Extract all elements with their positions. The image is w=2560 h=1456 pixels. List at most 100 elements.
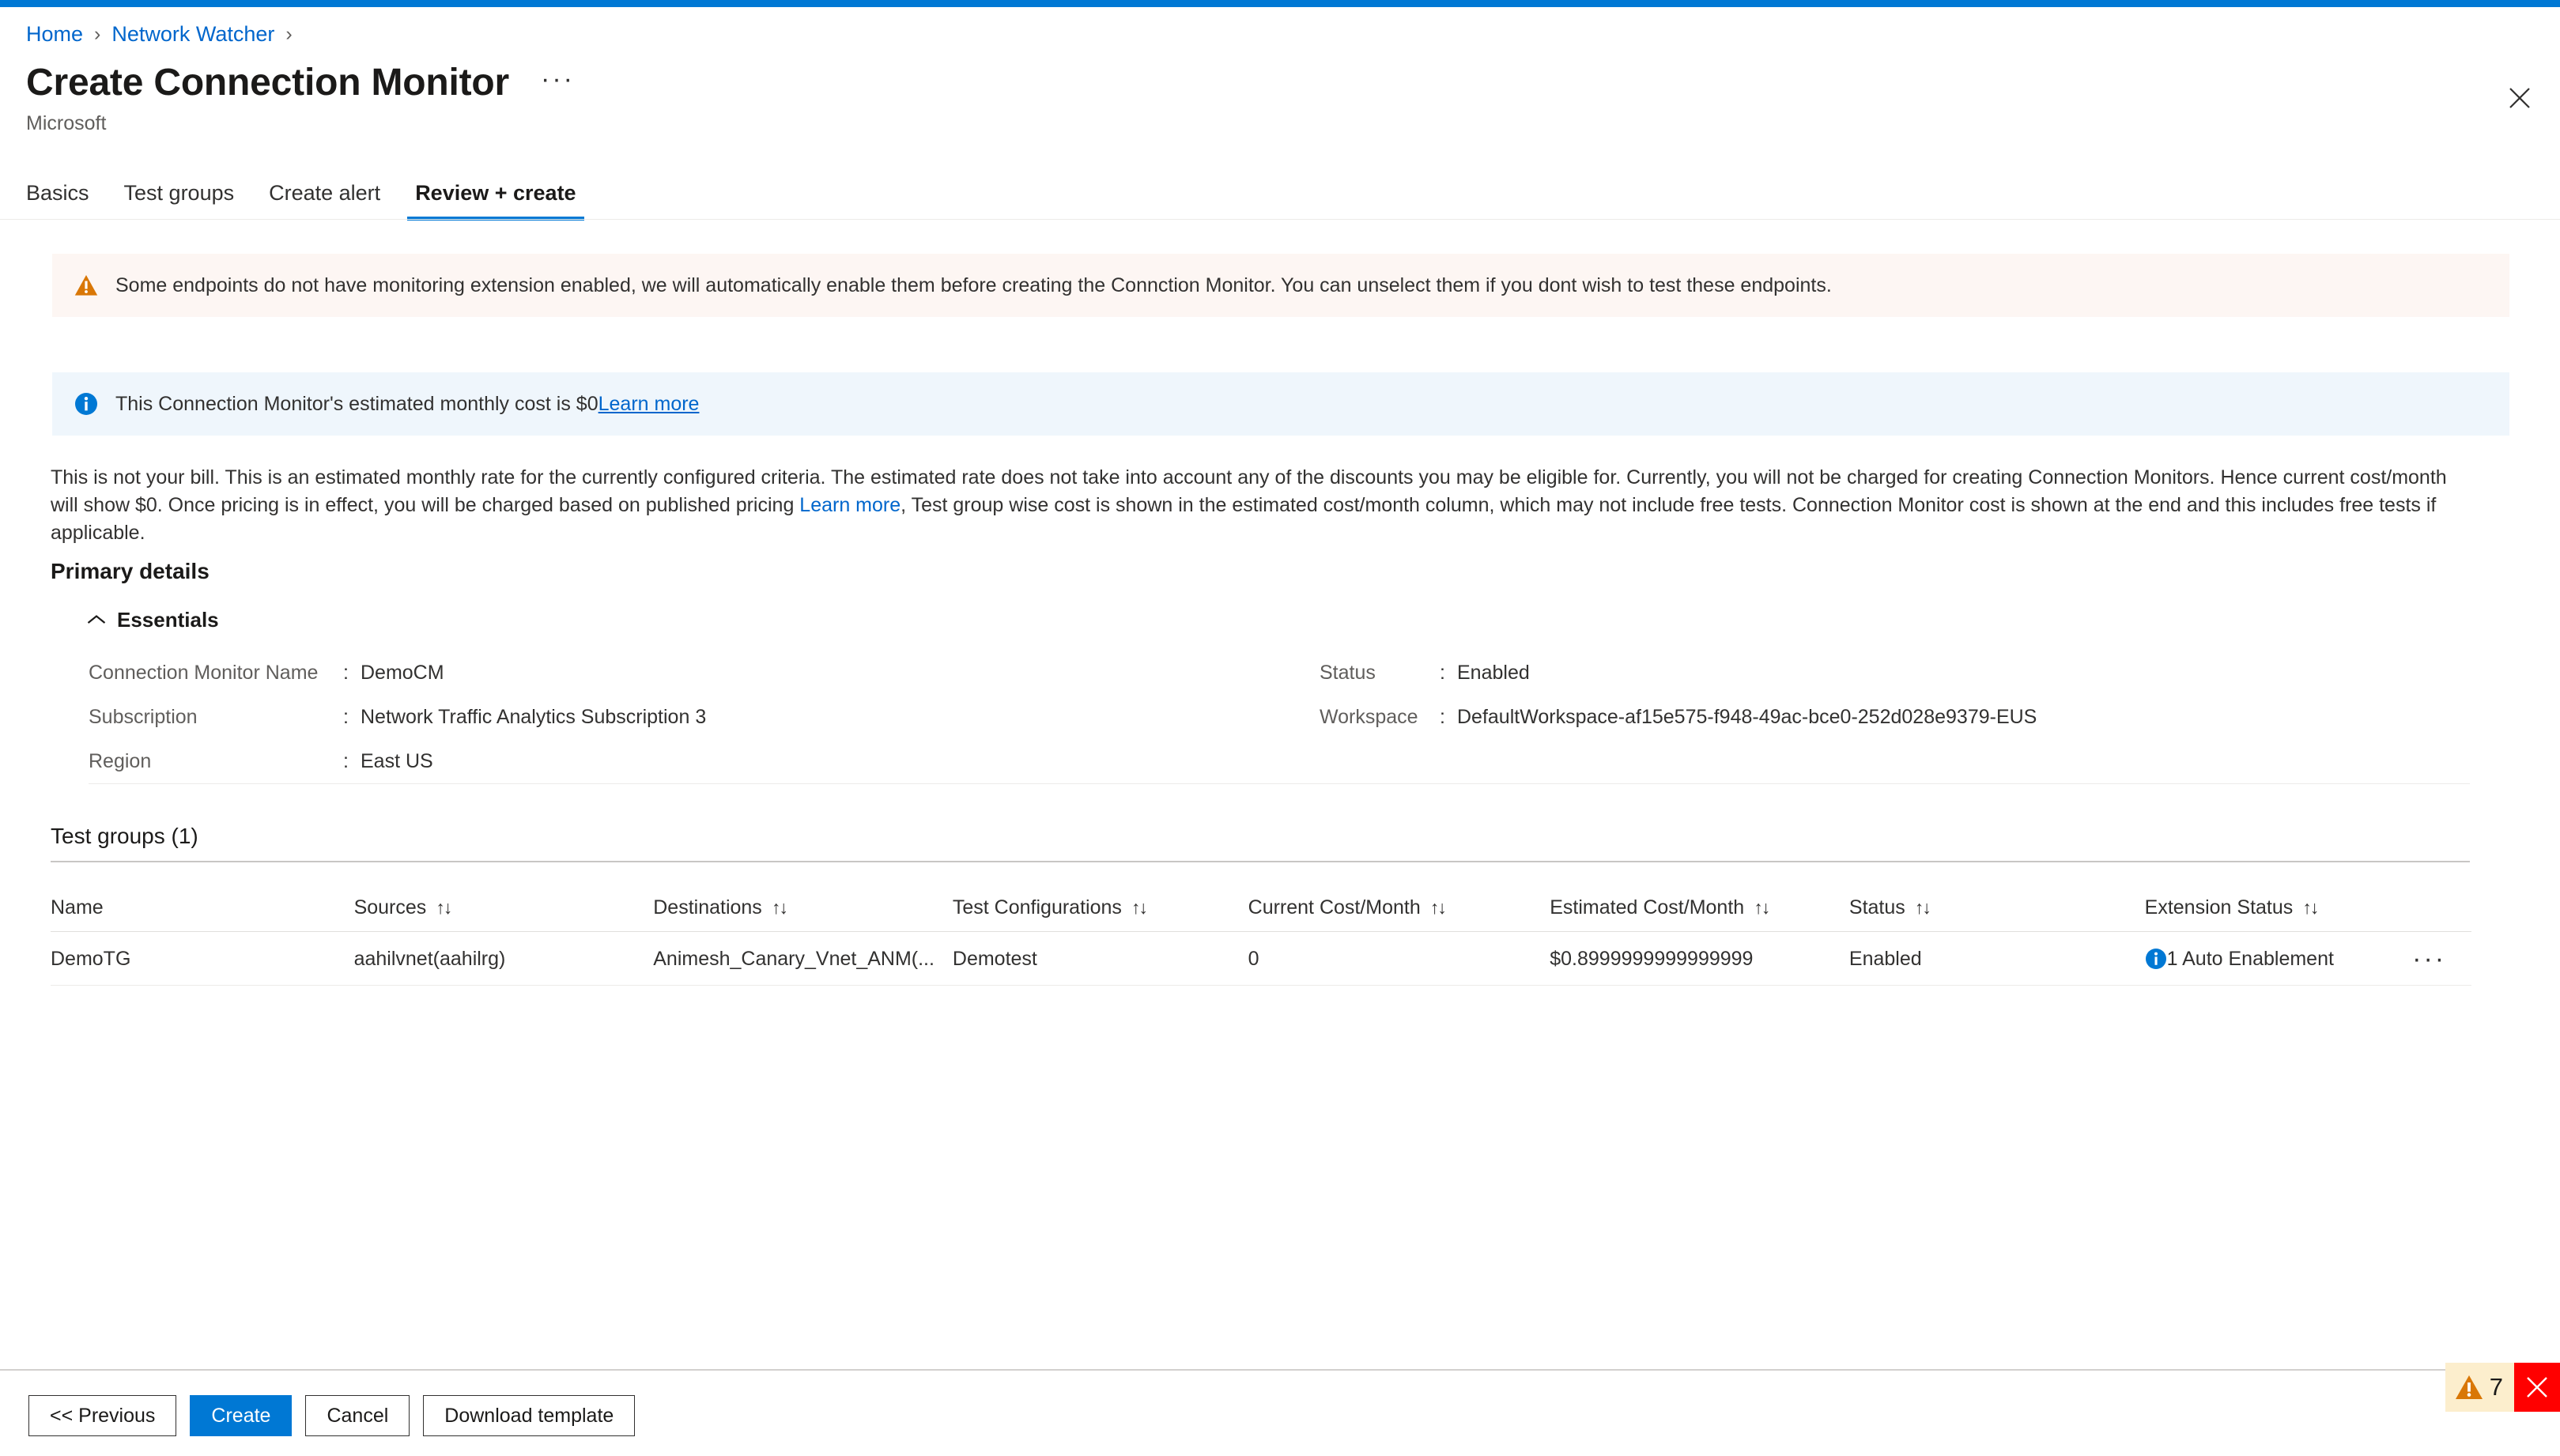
title-row: Create Connection Monitor ··· [26, 61, 583, 105]
essentials-value: East US [361, 750, 433, 772]
test-groups-heading: Test groups (1) [51, 824, 198, 848]
column-header-test-configurations[interactable]: Test Configurations ↑↓ [953, 896, 1248, 919]
sort-icon: ↑↓ [1429, 896, 1447, 918]
column-header-label: Test Configurations [952, 896, 1122, 918]
page-title: Create Connection Monitor [26, 62, 510, 104]
essentials-pair-region: Region : East US [89, 749, 1320, 773]
essentials-key: Status [1320, 662, 1376, 684]
status-badge-cluster: 7 [2445, 1363, 2560, 1412]
status-badge-close-button[interactable] [2514, 1363, 2560, 1412]
disclaimer-learn-more-link[interactable]: Learn more [799, 494, 901, 516]
status-badge[interactable]: 7 [2445, 1363, 2514, 1412]
breadcrumb-separator-icon: › [285, 23, 293, 45]
column-header-sources[interactable]: Sources ↑↓ [354, 896, 654, 919]
cell-actions: ··· [2401, 952, 2471, 966]
tab-review-create[interactable]: Review + create [398, 180, 593, 221]
breadcrumb: Home › Network Watcher › [26, 21, 304, 47]
tab-create-alert[interactable]: Create alert [251, 180, 398, 221]
essentials-value: Enabled [1457, 662, 1530, 684]
essentials-row: Connection Monitor Name : DemoCM Status … [89, 651, 2470, 695]
test-groups-rule [51, 861, 2470, 862]
essentials-value: DemoCM [361, 662, 444, 684]
top-accent-bar [0, 0, 2560, 7]
column-header-label: Destinations [653, 896, 762, 918]
breadcrumb-separator-icon: › [94, 23, 101, 45]
blade-create-connection-monitor: Home › Network Watcher › Create Connecti… [0, 7, 2560, 1456]
info-circle-icon [75, 393, 97, 415]
essentials-colon: : [343, 749, 349, 772]
cell-extension-status: 1 Auto Enablement [2145, 947, 2402, 971]
essentials-colon: : [343, 661, 349, 684]
column-header-estimated-cost-month[interactable]: Estimated Cost/Month ↑↓ [1550, 896, 1849, 919]
column-header-name[interactable]: Name [51, 896, 354, 919]
cancel-button[interactable]: Cancel [305, 1395, 410, 1436]
sort-icon: ↑↓ [2302, 896, 2319, 918]
page-subtitle: Microsoft [26, 112, 107, 134]
essentials-row: Subscription : Network Traffic Analytics… [89, 695, 2470, 739]
cost-info-banner-text: This Connection Monitor's estimated mont… [115, 393, 598, 415]
breadcrumb-item-home[interactable]: Home [26, 21, 83, 47]
column-header-status[interactable]: Status ↑↓ [1849, 896, 2145, 919]
more-options-icon[interactable]: ··· [533, 62, 583, 104]
download-template-button[interactable]: Download template [423, 1395, 636, 1436]
essentials-label: Essentials [117, 608, 219, 632]
essentials-value: Network Traffic Analytics Subscription 3 [361, 706, 707, 728]
sort-icon: ↑↓ [436, 896, 452, 918]
status-badge-count: 7 [2489, 1373, 2503, 1401]
extension-status-label: 1 Auto Enablement [2166, 947, 2334, 970]
info-circle-icon [2145, 948, 2166, 969]
essentials-key: Region [89, 750, 152, 772]
cell-status: Enabled [1848, 947, 1922, 970]
sort-icon: ↑↓ [1754, 896, 1770, 918]
essentials-colon: : [1440, 705, 1445, 728]
warning-triangle-icon [2455, 1375, 2483, 1399]
wizard-tabs: Basics Test groups Create alert Review +… [26, 172, 594, 221]
test-groups-table: Name Sources ↑↓ Destinations ↑↓ Test Con… [51, 883, 2471, 986]
close-icon [2527, 1377, 2547, 1398]
essentials-collapse-toggle[interactable]: Essentials [87, 608, 219, 632]
essentials-pair-connection-monitor-name: Connection Monitor Name : DemoCM [89, 661, 1320, 685]
extension-status-badge: 1 Auto Enablement [2145, 947, 2334, 971]
column-header-current-cost-month[interactable]: Current Cost/Month ↑↓ [1248, 896, 1550, 919]
essentials-pair-workspace: Workspace : DefaultWorkspace-af15e575-f9… [1320, 705, 2458, 729]
row-more-options-icon[interactable]: ··· [2412, 952, 2446, 966]
cost-info-banner: This Connection Monitor's estimated mont… [52, 372, 2509, 436]
tab-test-groups[interactable]: Test groups [107, 180, 252, 221]
breadcrumb-item-network-watcher[interactable]: Network Watcher [111, 21, 274, 47]
cell-test-configurations: Demotest [952, 947, 1037, 970]
sort-icon: ↑↓ [1914, 896, 1931, 918]
footer-action-bar: << Previous Create Cancel Download templ… [0, 1371, 2560, 1456]
column-header-label: Extension Status [2144, 896, 2294, 918]
essentials-key: Subscription [89, 706, 198, 728]
table-header-row: Name Sources ↑↓ Destinations ↑↓ Test Con… [51, 883, 2471, 932]
close-icon [2509, 88, 2530, 108]
table-row[interactable]: DemoTG aahilvnet(aahilrg) Animesh_Canary… [51, 932, 2471, 986]
warning-triangle-icon [74, 275, 98, 296]
tabs-underline [0, 219, 2560, 220]
create-button[interactable]: Create [190, 1395, 293, 1436]
essentials-row: Region : East US [89, 739, 2470, 783]
cell-sources: aahilvnet(aahilrg) [353, 947, 506, 970]
essentials-colon: : [343, 705, 349, 728]
previous-button[interactable]: << Previous [28, 1395, 177, 1436]
column-header-label: Name [51, 896, 104, 918]
sort-icon: ↑↓ [1131, 896, 1148, 918]
essentials-key-values: Connection Monitor Name : DemoCM Status … [89, 651, 2470, 783]
chevron-up-icon [87, 615, 106, 624]
warning-banner: Some endpoints do not have monitoring ex… [52, 254, 2509, 317]
cell-destinations: Animesh_Canary_Vnet_ANM(... [653, 947, 935, 970]
cost-disclaimer-paragraph: This is not your bill. This is an estima… [51, 464, 2470, 547]
column-header-destinations[interactable]: Destinations ↑↓ [653, 896, 953, 919]
close-blade-button[interactable] [2498, 77, 2541, 119]
footer-buttons: << Previous Create Cancel Download templ… [28, 1395, 648, 1436]
column-header-extension-status[interactable]: Extension Status ↑↓ [2145, 896, 2402, 919]
tab-basics[interactable]: Basics [9, 180, 107, 221]
primary-details-heading: Primary details [51, 559, 210, 583]
cell-name: DemoTG [51, 947, 131, 970]
essentials-key: Connection Monitor Name [89, 662, 319, 684]
essentials-key: Workspace [1320, 706, 1418, 728]
warning-banner-text: Some endpoints do not have monitoring ex… [115, 274, 1832, 296]
column-header-label: Current Cost/Month [1248, 896, 1421, 918]
cost-info-learn-more-link[interactable]: Learn more [598, 393, 700, 415]
column-header-label: Sources [353, 896, 427, 918]
